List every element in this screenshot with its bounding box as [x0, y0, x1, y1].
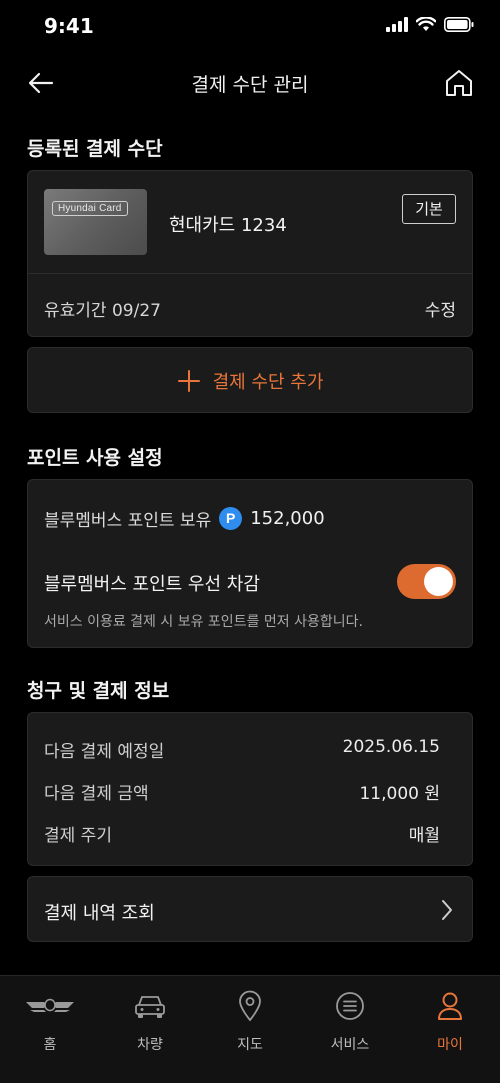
billing-label: 결제 주기: [44, 826, 112, 846]
payment-card-item: Hyundai Card 현대카드 1234 기본 유효기간 09/27 수정: [27, 170, 473, 337]
points-p-icon: P: [219, 507, 243, 530]
tab-label: 지도: [237, 1037, 263, 1053]
section-title-points: 포인트 사용 설정: [27, 447, 163, 469]
billing-value: 2025.06.15: [342, 737, 440, 757]
map-pin-icon: [239, 990, 261, 1022]
add-payment-method-button[interactable]: 결제 수단 추가: [27, 347, 473, 413]
wifi-icon: [416, 17, 436, 31]
billing-row-next-amount: 다음 결제 금액 11,000 원: [44, 779, 440, 804]
toggle-knob: [424, 567, 453, 596]
points-priority-description: 서비스 이용료 결제 시 보유 포인트를 먼저 사용합니다.: [44, 614, 363, 630]
points-balance-row: 블루멤버스 포인트 보유 P 152,000: [44, 506, 325, 531]
edit-card-button[interactable]: 수정: [425, 296, 456, 321]
tab-service[interactable]: 서비스: [300, 990, 400, 1053]
add-payment-method-label: 결제 수단 추가: [212, 372, 324, 393]
status-icons: [386, 17, 474, 32]
card-expiry: 유효기간 09/27: [44, 301, 161, 321]
default-badge: 기본: [402, 194, 456, 224]
tab-map[interactable]: 지도: [200, 990, 300, 1053]
card-brand-label: Hyundai Card: [52, 201, 128, 216]
points-priority-label: 블루멤버스 포인트 우선 차감: [44, 574, 260, 595]
status-time: 9:41: [44, 14, 94, 38]
points-priority-toggle[interactable]: [397, 564, 456, 599]
tab-label: 마이: [437, 1037, 463, 1053]
bottom-tab-bar: 홈 차량 지도 서비스 마이: [0, 975, 500, 1083]
points-balance-label: 블루멤버스 포인트 보유: [44, 511, 212, 531]
plus-icon: [177, 370, 200, 392]
status-bar: 9:41: [0, 0, 500, 54]
card-name: 현대카드 1234: [169, 215, 287, 236]
billing-info-panel: 다음 결제 예정일 2025.06.15 다음 결제 금액 11,000 원 결…: [27, 712, 473, 866]
payment-history-label: 결제 내역 조회: [44, 903, 155, 924]
billing-label: 다음 결제 금액: [44, 784, 149, 804]
points-settings-panel: 블루멤버스 포인트 보유 P 152,000 블루멤버스 포인트 우선 차감 서…: [27, 479, 473, 648]
signal-icon: [386, 17, 408, 32]
chevron-right-icon: [442, 900, 452, 920]
payment-history-button[interactable]: 결제 내역 조회: [27, 876, 473, 942]
tab-vehicle[interactable]: 차량: [100, 990, 200, 1053]
tab-label: 서비스: [330, 1037, 370, 1053]
billing-value: 11,000 원: [359, 784, 440, 804]
nav-bar: 결제 수단 관리: [0, 58, 500, 108]
points-balance-value: 152,000: [250, 508, 325, 529]
car-icon: [135, 996, 165, 1018]
section-title-billing: 청구 및 결제 정보: [27, 680, 170, 702]
billing-value: 매월: [408, 826, 440, 846]
billing-row-next-date: 다음 결제 예정일 2025.06.15: [44, 737, 440, 762]
home-button[interactable]: [442, 66, 476, 100]
tab-home[interactable]: 홈: [0, 990, 100, 1053]
tab-label: 홈: [43, 1037, 57, 1053]
divider: [28, 273, 472, 274]
menu-circle-icon: [336, 992, 364, 1020]
page-title: 결제 수단 관리: [191, 74, 309, 96]
home-icon: [446, 70, 472, 96]
section-title-registered: 등록된 결제 수단: [27, 138, 163, 160]
genesis-logo-icon: [26, 998, 74, 1012]
billing-row-cycle: 결제 주기 매월: [44, 821, 440, 846]
tab-label: 차량: [137, 1037, 163, 1053]
billing-label: 다음 결제 예정일: [44, 742, 165, 762]
card-image: Hyundai Card: [44, 189, 147, 255]
user-icon: [438, 992, 462, 1020]
tab-my[interactable]: 마이: [400, 990, 500, 1053]
battery-icon: [444, 17, 474, 32]
